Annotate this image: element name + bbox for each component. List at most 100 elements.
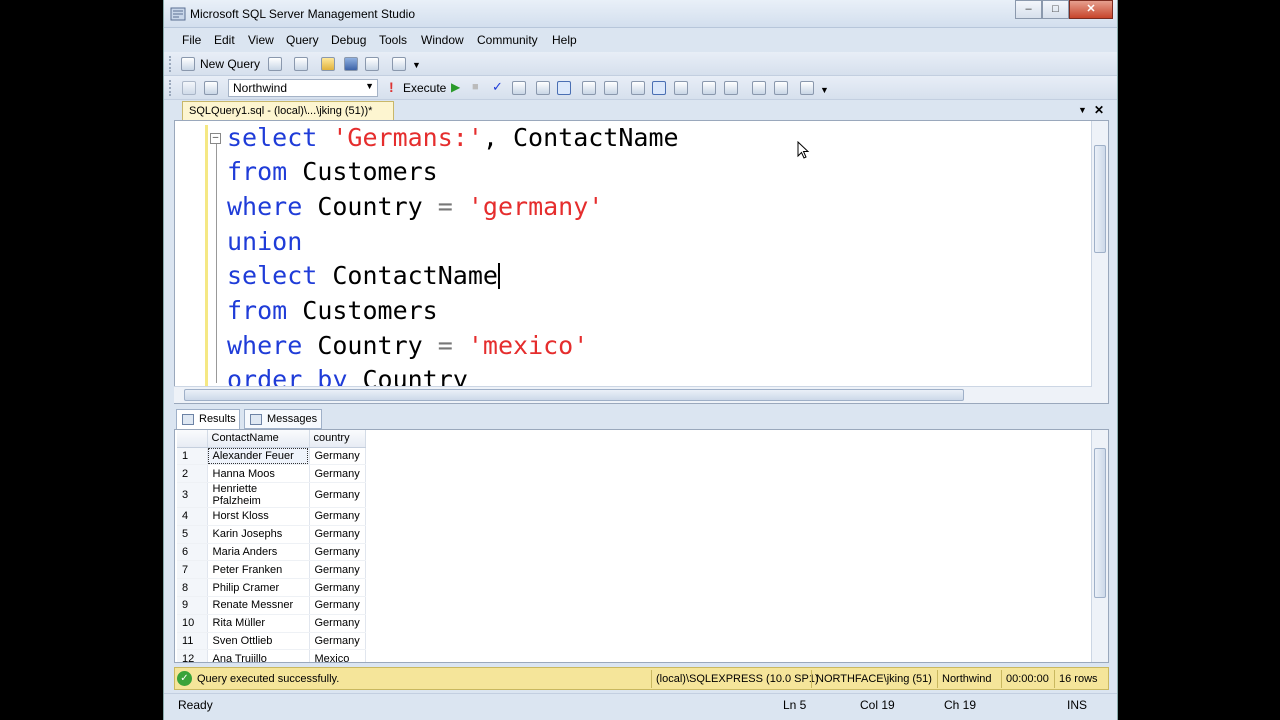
tab-results[interactable]: Results bbox=[176, 409, 240, 429]
table-row[interactable]: 9 Renate Messner Germany bbox=[177, 596, 366, 615]
toolbar-overflow-icon[interactable]: ▼ bbox=[412, 60, 421, 70]
comment-icon[interactable] bbox=[702, 81, 716, 95]
database-engine-query-icon[interactable] bbox=[268, 57, 282, 71]
parse-checkmark-icon[interactable]: ✓ bbox=[492, 79, 503, 95]
available-databases-select[interactable]: Northwind ▼ bbox=[228, 79, 378, 97]
contact-name-cell[interactable]: Sven Ottlieb bbox=[207, 632, 310, 651]
menu-window[interactable]: Window bbox=[421, 33, 464, 47]
row-number[interactable]: 6 bbox=[177, 543, 208, 562]
editor-hscroll-thumb[interactable] bbox=[184, 389, 964, 401]
table-row[interactable]: 6 Maria Anders Germany bbox=[177, 543, 366, 562]
results-grid-icon[interactable] bbox=[652, 81, 666, 95]
country-cell[interactable]: Germany bbox=[309, 632, 366, 651]
results-scroll-thumb[interactable] bbox=[1094, 448, 1106, 598]
connect-icon[interactable] bbox=[182, 81, 196, 95]
country-cell[interactable]: Germany bbox=[309, 543, 366, 562]
decrease-indent-icon[interactable] bbox=[752, 81, 766, 95]
contact-name-cell[interactable]: Alexander Feuer bbox=[207, 447, 310, 466]
table-row[interactable]: 12 Ana Trujillo Mexico bbox=[177, 649, 366, 662]
table-row[interactable]: 3 Henriette Pfalzheim Germany bbox=[177, 482, 366, 509]
row-number[interactable]: 2 bbox=[177, 464, 208, 484]
menu-query[interactable]: Query bbox=[286, 33, 319, 47]
tab-messages[interactable]: Messages bbox=[244, 409, 322, 429]
table-row[interactable]: 1 Alexander Feuer Germany bbox=[177, 447, 366, 466]
increase-indent-icon[interactable] bbox=[774, 81, 788, 95]
debug-play-icon[interactable]: ▶ bbox=[451, 80, 460, 94]
table-row[interactable]: 11 Sven Ottlieb Germany bbox=[177, 632, 366, 651]
execute-button[interactable]: Execute bbox=[403, 81, 446, 95]
query-editor[interactable]: – select 'Germans:', ContactName from Cu… bbox=[174, 120, 1109, 404]
results-vertical-scrollbar[interactable] bbox=[1091, 430, 1108, 662]
contact-name-cell[interactable]: Rita Müller bbox=[207, 614, 310, 633]
menu-edit[interactable]: Edit bbox=[214, 33, 235, 47]
contact-name-cell[interactable]: Hanna Moos bbox=[207, 464, 310, 484]
specify-values-icon[interactable] bbox=[800, 81, 814, 95]
editor-horizontal-scrollbar[interactable] bbox=[174, 386, 1092, 403]
editor-vertical-scrollbar[interactable] bbox=[1091, 121, 1108, 403]
editor-scroll-thumb[interactable] bbox=[1094, 145, 1106, 253]
open-file-icon[interactable] bbox=[321, 57, 335, 71]
row-number[interactable]: 5 bbox=[177, 525, 208, 544]
country-cell[interactable]: Germany bbox=[309, 525, 366, 544]
row-number[interactable]: 11 bbox=[177, 632, 208, 651]
contact-name-cell[interactable]: Renate Messner bbox=[207, 596, 310, 615]
country-cell[interactable]: Germany bbox=[309, 464, 366, 484]
table-row[interactable]: 5 Karin Josephs Germany bbox=[177, 525, 366, 544]
maximize-button[interactable]: □ bbox=[1042, 0, 1069, 19]
country-cell[interactable]: Germany bbox=[309, 560, 366, 580]
table-row[interactable]: 4 Horst Kloss Germany bbox=[177, 507, 366, 526]
activity-monitor-icon[interactable] bbox=[392, 57, 406, 71]
toolbar-grip[interactable] bbox=[169, 56, 172, 72]
column-header[interactable]: ContactName bbox=[207, 430, 310, 448]
contact-name-cell[interactable]: Karin Josephs bbox=[207, 525, 310, 544]
collapse-icon[interactable]: – bbox=[210, 133, 221, 144]
results-to-grid-icon[interactable] bbox=[557, 81, 571, 95]
print-icon[interactable] bbox=[365, 57, 379, 71]
analysis-query-icon[interactable] bbox=[294, 57, 308, 71]
menu-help[interactable]: Help bbox=[552, 33, 577, 47]
country-cell[interactable]: Germany bbox=[309, 447, 366, 466]
table-row[interactable]: 7 Peter Franken Germany bbox=[177, 560, 366, 580]
table-row[interactable]: 2 Hanna Moos Germany bbox=[177, 464, 366, 484]
country-cell[interactable]: Germany bbox=[309, 482, 366, 509]
include-plan-icon[interactable] bbox=[582, 81, 596, 95]
country-cell[interactable]: Germany bbox=[309, 614, 366, 633]
new-query-button[interactable]: New Query bbox=[200, 57, 260, 71]
row-number-header[interactable] bbox=[177, 430, 208, 448]
results-to-text-icon[interactable] bbox=[631, 81, 645, 95]
contact-name-cell[interactable]: Horst Kloss bbox=[207, 507, 310, 526]
close-tab-icon[interactable]: ✕ bbox=[1094, 103, 1104, 117]
results-file-icon[interactable] bbox=[674, 81, 688, 95]
table-row[interactable]: 10 Rita Müller Germany bbox=[177, 614, 366, 633]
row-number[interactable]: 4 bbox=[177, 507, 208, 526]
menu-community[interactable]: Community bbox=[477, 33, 538, 47]
contact-name-cell[interactable]: Maria Anders bbox=[207, 543, 310, 562]
contact-name-cell[interactable]: Philip Cramer bbox=[207, 578, 310, 598]
country-cell[interactable]: Germany bbox=[309, 578, 366, 598]
table-row[interactable]: 8 Philip Cramer Germany bbox=[177, 578, 366, 598]
change-connection-icon[interactable] bbox=[204, 81, 218, 95]
menu-file[interactable]: File bbox=[182, 33, 201, 47]
contact-name-cell[interactable]: Ana Trujillo bbox=[207, 649, 310, 662]
cancel-query-icon[interactable]: ■ bbox=[472, 81, 479, 93]
row-number[interactable]: 1 bbox=[177, 447, 208, 466]
save-icon[interactable] bbox=[344, 57, 358, 71]
row-number[interactable]: 8 bbox=[177, 578, 208, 598]
column-header[interactable]: country bbox=[309, 430, 366, 448]
client-statistics-icon[interactable] bbox=[604, 81, 618, 95]
row-number[interactable]: 10 bbox=[177, 614, 208, 633]
minimize-button[interactable]: – bbox=[1015, 0, 1042, 19]
tab-dropdown-icon[interactable]: ▼ bbox=[1078, 105, 1087, 115]
contact-name-cell[interactable]: Henriette Pfalzheim bbox=[207, 482, 310, 509]
contact-name-cell[interactable]: Peter Franken bbox=[207, 560, 310, 580]
menu-view[interactable]: View bbox=[248, 33, 274, 47]
uncomment-icon[interactable] bbox=[724, 81, 738, 95]
menu-tools[interactable]: Tools bbox=[379, 33, 407, 47]
country-cell[interactable]: Mexico bbox=[309, 649, 366, 662]
row-number[interactable]: 12 bbox=[177, 649, 208, 662]
estimated-plan-icon[interactable] bbox=[512, 81, 526, 95]
close-button[interactable]: ✕ bbox=[1069, 0, 1113, 19]
query-designer-icon[interactable] bbox=[536, 81, 550, 95]
menu-debug[interactable]: Debug bbox=[331, 33, 366, 47]
toolbar-overflow-icon[interactable]: ▼ bbox=[820, 85, 829, 95]
